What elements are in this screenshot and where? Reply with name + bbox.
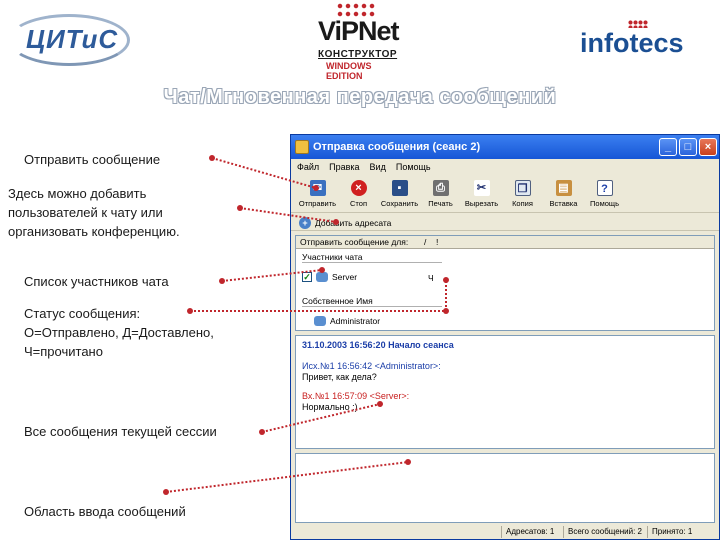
- menu-edit[interactable]: Правка: [329, 162, 359, 172]
- status-received: Принято: 1: [647, 526, 717, 538]
- copy-icon: ❐: [514, 180, 531, 196]
- message-input[interactable]: [295, 453, 715, 523]
- callout-status-line: Статус сообщения:: [24, 306, 141, 321]
- callout-add-users-line: Здесь можно добавить: [8, 186, 147, 201]
- user-icon: [314, 316, 326, 326]
- list-header-recipients: Отправить сообщение для:: [300, 237, 409, 247]
- list-header-priority: !: [436, 237, 439, 247]
- stop-button[interactable]: × Стоп: [338, 177, 379, 213]
- callout-input: Область ввода сообщений: [24, 504, 186, 519]
- connector-input-dot-a: [163, 489, 169, 495]
- own-name: Administrator: [330, 316, 381, 326]
- message-log[interactable]: 31.10.2003 16:56:20 Начало сеанса Исх.№1…: [295, 335, 715, 449]
- infotecs-logo-dots: [628, 20, 648, 28]
- group-participants: Участники чата: [302, 252, 442, 263]
- vipnet-logo-sub1: КОНСТРУКТОР: [318, 49, 398, 60]
- connector-add-users-dot-a: [237, 205, 243, 211]
- cut-icon: ✂: [473, 180, 490, 196]
- help-button-label: Помощь: [590, 199, 619, 208]
- stop-button-label: Стоп: [350, 199, 367, 208]
- paste-button-label: Вставка: [549, 199, 578, 208]
- infotecs-logo: infotecs: [580, 20, 710, 60]
- connector-send-dot-a: [209, 155, 215, 161]
- status-cell-empty: [291, 526, 501, 538]
- citis-logo: ЦИТиС: [8, 14, 130, 66]
- own-name-row: Administrator: [314, 316, 380, 326]
- slide-title: Чат/Мгновенная передача сообщений: [163, 86, 557, 108]
- status-recipients: Адресатов: 1: [501, 526, 563, 538]
- callout-add-users-line: организовать конференцию.: [8, 224, 180, 239]
- close-button[interactable]: ×: [699, 138, 717, 156]
- vipnet-logo: ViPNet КОНСТРУКТОР WINDOWS EDITION: [310, 0, 410, 81]
- paste-icon: ▤: [555, 180, 572, 196]
- list-header: Отправить сообщение для: / !: [296, 236, 714, 249]
- connector-messages-dot-a: [259, 429, 265, 435]
- paste-button[interactable]: ▤ Вставка: [543, 177, 584, 213]
- callout-status-line: О=Отправлено, Д=Доставлено,: [24, 325, 214, 340]
- save-button[interactable]: ▪ Сохранить: [379, 177, 420, 213]
- cut-button[interactable]: ✂ Вырезать: [461, 177, 502, 213]
- callout-add-users: Здесь можно добавить пользователей к чат…: [8, 184, 180, 241]
- add-address-button[interactable]: + Добавить адресата: [291, 215, 719, 231]
- cut-button-label: Вырезать: [464, 199, 499, 208]
- send-message-window: Отправка сообщения (сеанс 2) _ □ × Файл …: [290, 134, 720, 540]
- participants-list[interactable]: Отправить сообщение для: / ! Участники ч…: [295, 235, 715, 331]
- app-icon: [295, 140, 309, 154]
- log-outgoing-header: Исх.№1 16:56:42 <Administrator>:: [302, 361, 441, 371]
- window-title: Отправка сообщения (сеанс 2): [313, 141, 481, 153]
- callout-status-line: Ч=прочитано: [24, 344, 103, 359]
- callout-send: Отправить сообщение: [24, 152, 161, 167]
- participant-status: Ч: [428, 273, 434, 283]
- add-user-icon: +: [299, 216, 311, 229]
- help-button[interactable]: ? Помощь: [584, 177, 625, 213]
- list-header-slash: /: [424, 237, 427, 247]
- toolbar: ✉ Отправить × Стоп ▪ Сохранить ⎙ Печать …: [291, 177, 719, 213]
- menu-bar: Файл Правка Вид Помощь: [291, 159, 719, 175]
- citis-logo-text: ЦИТиС: [26, 24, 119, 54]
- minimize-button[interactable]: _: [659, 138, 677, 156]
- send-button-label: Отправить: [298, 199, 337, 208]
- status-total: Всего сообщений: 2: [563, 526, 647, 538]
- save-icon: ▪: [391, 180, 408, 196]
- log-incoming-text: Нормально :): [302, 402, 358, 412]
- copy-button[interactable]: ❐ Копия: [502, 177, 543, 213]
- vipnet-logo-text: ViPNet: [318, 16, 400, 46]
- log-incoming-header: Вх.№1 16:57:09 <Server>:: [302, 391, 410, 401]
- callout-add-users-line: пользователей к чату или: [8, 205, 163, 220]
- user-icon: [316, 272, 328, 282]
- status-bar: Адресатов: 1 Всего сообщений: 2 Принято:…: [291, 525, 719, 539]
- participant-row[interactable]: ✓ Server: [302, 272, 357, 282]
- menu-file[interactable]: Файл: [297, 162, 319, 172]
- help-icon: ?: [596, 180, 613, 196]
- maximize-button[interactable]: □: [679, 138, 697, 156]
- stop-icon: ×: [350, 180, 367, 196]
- group-own-name: Собственное Имя: [302, 296, 442, 307]
- menu-help[interactable]: Помощь: [396, 162, 431, 172]
- infotecs-logo-text: infotecs: [580, 28, 684, 58]
- participant-checkbox[interactable]: ✓: [302, 272, 312, 282]
- print-icon: ⎙: [432, 180, 449, 196]
- menu-view[interactable]: Вид: [370, 162, 386, 172]
- print-button-label: Печать: [428, 199, 453, 208]
- log-outgoing-text: Привет, как дела?: [302, 372, 377, 382]
- send-icon: ✉: [309, 180, 326, 196]
- callout-messages: Все сообщения текущей сессии: [24, 424, 217, 439]
- callout-status: Статус сообщения: О=Отправлено, Д=Достав…: [24, 304, 214, 361]
- send-button[interactable]: ✉ Отправить: [297, 177, 338, 213]
- vipnet-logo-sub2: WINDOWS EDITION: [326, 61, 372, 81]
- copy-button-label: Копия: [512, 199, 533, 208]
- participant-name: Server: [332, 272, 358, 282]
- connector-participants-dot-a: [219, 278, 225, 284]
- print-button[interactable]: ⎙ Печать: [420, 177, 461, 213]
- callout-participants: Список участников чата: [24, 274, 169, 289]
- log-session-start: 31.10.2003 16:56:20 Начало сеанса: [302, 340, 454, 350]
- window-titlebar[interactable]: Отправка сообщения (сеанс 2) _ □ ×: [291, 135, 719, 159]
- save-button-label: Сохранить: [380, 199, 419, 208]
- add-address-label: Добавить адресата: [315, 217, 392, 228]
